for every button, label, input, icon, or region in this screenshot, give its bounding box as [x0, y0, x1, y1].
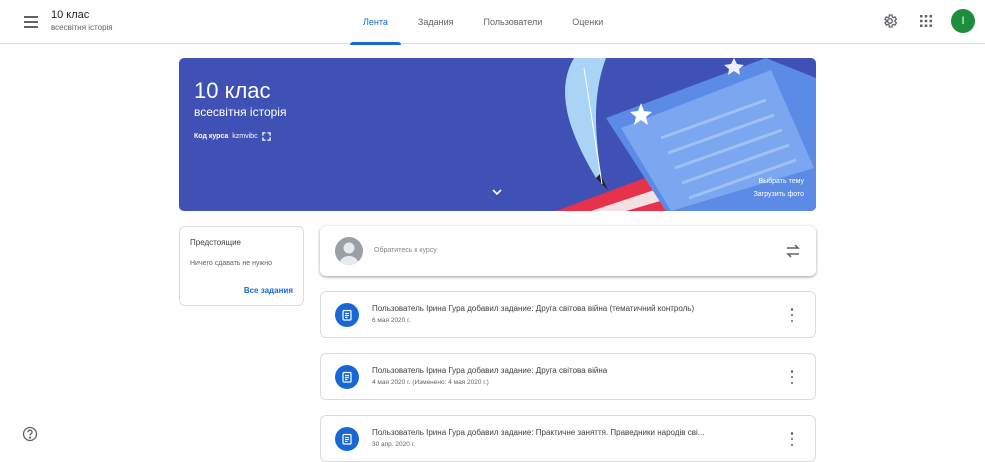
select-theme-link[interactable]: Выбрать тему [758, 178, 804, 185]
top-right-actions: I [879, 9, 975, 33]
announce-box[interactable]: Обратитесь к курсу [320, 226, 816, 276]
all-assignments-link[interactable]: Все задания [244, 286, 293, 295]
stream-post[interactable]: Пользователь Ірина Гура добавил задание:… [320, 415, 816, 462]
post-date: 6 мая 2020 г. [372, 317, 411, 324]
upcoming-card: Предстоящие Ничего сдавать не нужно Все … [179, 226, 304, 306]
more-vert-icon[interactable] [789, 432, 795, 446]
class-code-label: Код курса [194, 133, 229, 140]
help-icon[interactable] [22, 426, 38, 442]
banner-title: 10 клас [194, 78, 271, 103]
user-avatar [335, 237, 363, 265]
upcoming-title: Предстоящие [190, 238, 241, 247]
tab-grades[interactable]: Оценки [557, 0, 618, 44]
class-tabs: Лента Задания Пользователи Оценки [348, 0, 618, 45]
class-code: Код курса kzmvibc [194, 132, 271, 141]
post-date: 4 мая 2020 г. (Изменено: 4 мая 2020 г.) [372, 379, 489, 386]
assignment-icon [335, 303, 359, 327]
tab-stream[interactable]: Лента [348, 0, 403, 45]
tab-people[interactable]: Пользователи [469, 0, 558, 44]
chevron-down-icon[interactable] [491, 186, 503, 198]
repost-icon[interactable] [784, 242, 802, 260]
announce-placeholder[interactable]: Обратитесь к курсу [374, 247, 437, 254]
post-title: Пользователь Ірина Гура добавил задание:… [372, 366, 608, 375]
stream-post[interactable]: Пользователь Ірина Гура добавил задание:… [320, 353, 816, 400]
stream-post[interactable]: Пользователь Ірина Гура добавил задание:… [320, 291, 816, 338]
banner-illustration [556, 58, 816, 211]
post-title: Пользователь Ірина Гура добавил задание:… [372, 304, 695, 313]
fullscreen-icon[interactable] [261, 132, 271, 141]
class-name: 10 клас [51, 9, 90, 21]
post-title: Пользователь Ірина Гура добавил задание:… [372, 428, 705, 437]
more-vert-icon[interactable] [789, 308, 795, 322]
more-vert-icon[interactable] [789, 370, 795, 384]
menu-icon[interactable] [20, 11, 42, 33]
class-subject: всесвітня історія [51, 23, 113, 32]
upload-photo-link[interactable]: Загрузить фото [754, 191, 804, 198]
tab-classwork[interactable]: Задания [403, 0, 469, 44]
top-app-bar: 10 клас всесвітня історія Лента Задания … [0, 0, 985, 45]
assignment-icon [335, 365, 359, 389]
settings-icon[interactable] [879, 10, 901, 32]
account-avatar[interactable]: I [951, 9, 975, 33]
class-code-value: kzmvibc [232, 133, 258, 140]
upcoming-empty-text: Ничего сдавать не нужно [190, 260, 272, 267]
assignment-icon [335, 427, 359, 451]
banner-subtitle: всесвітня історія [194, 105, 287, 119]
class-banner: 10 клас всесвітня історія Код курса kzmv… [179, 58, 816, 211]
post-date: 30 апр. 2020 г. [372, 441, 416, 448]
class-title-block[interactable]: 10 клас всесвітня історія [51, 9, 113, 33]
apps-grid-icon[interactable] [915, 10, 937, 32]
